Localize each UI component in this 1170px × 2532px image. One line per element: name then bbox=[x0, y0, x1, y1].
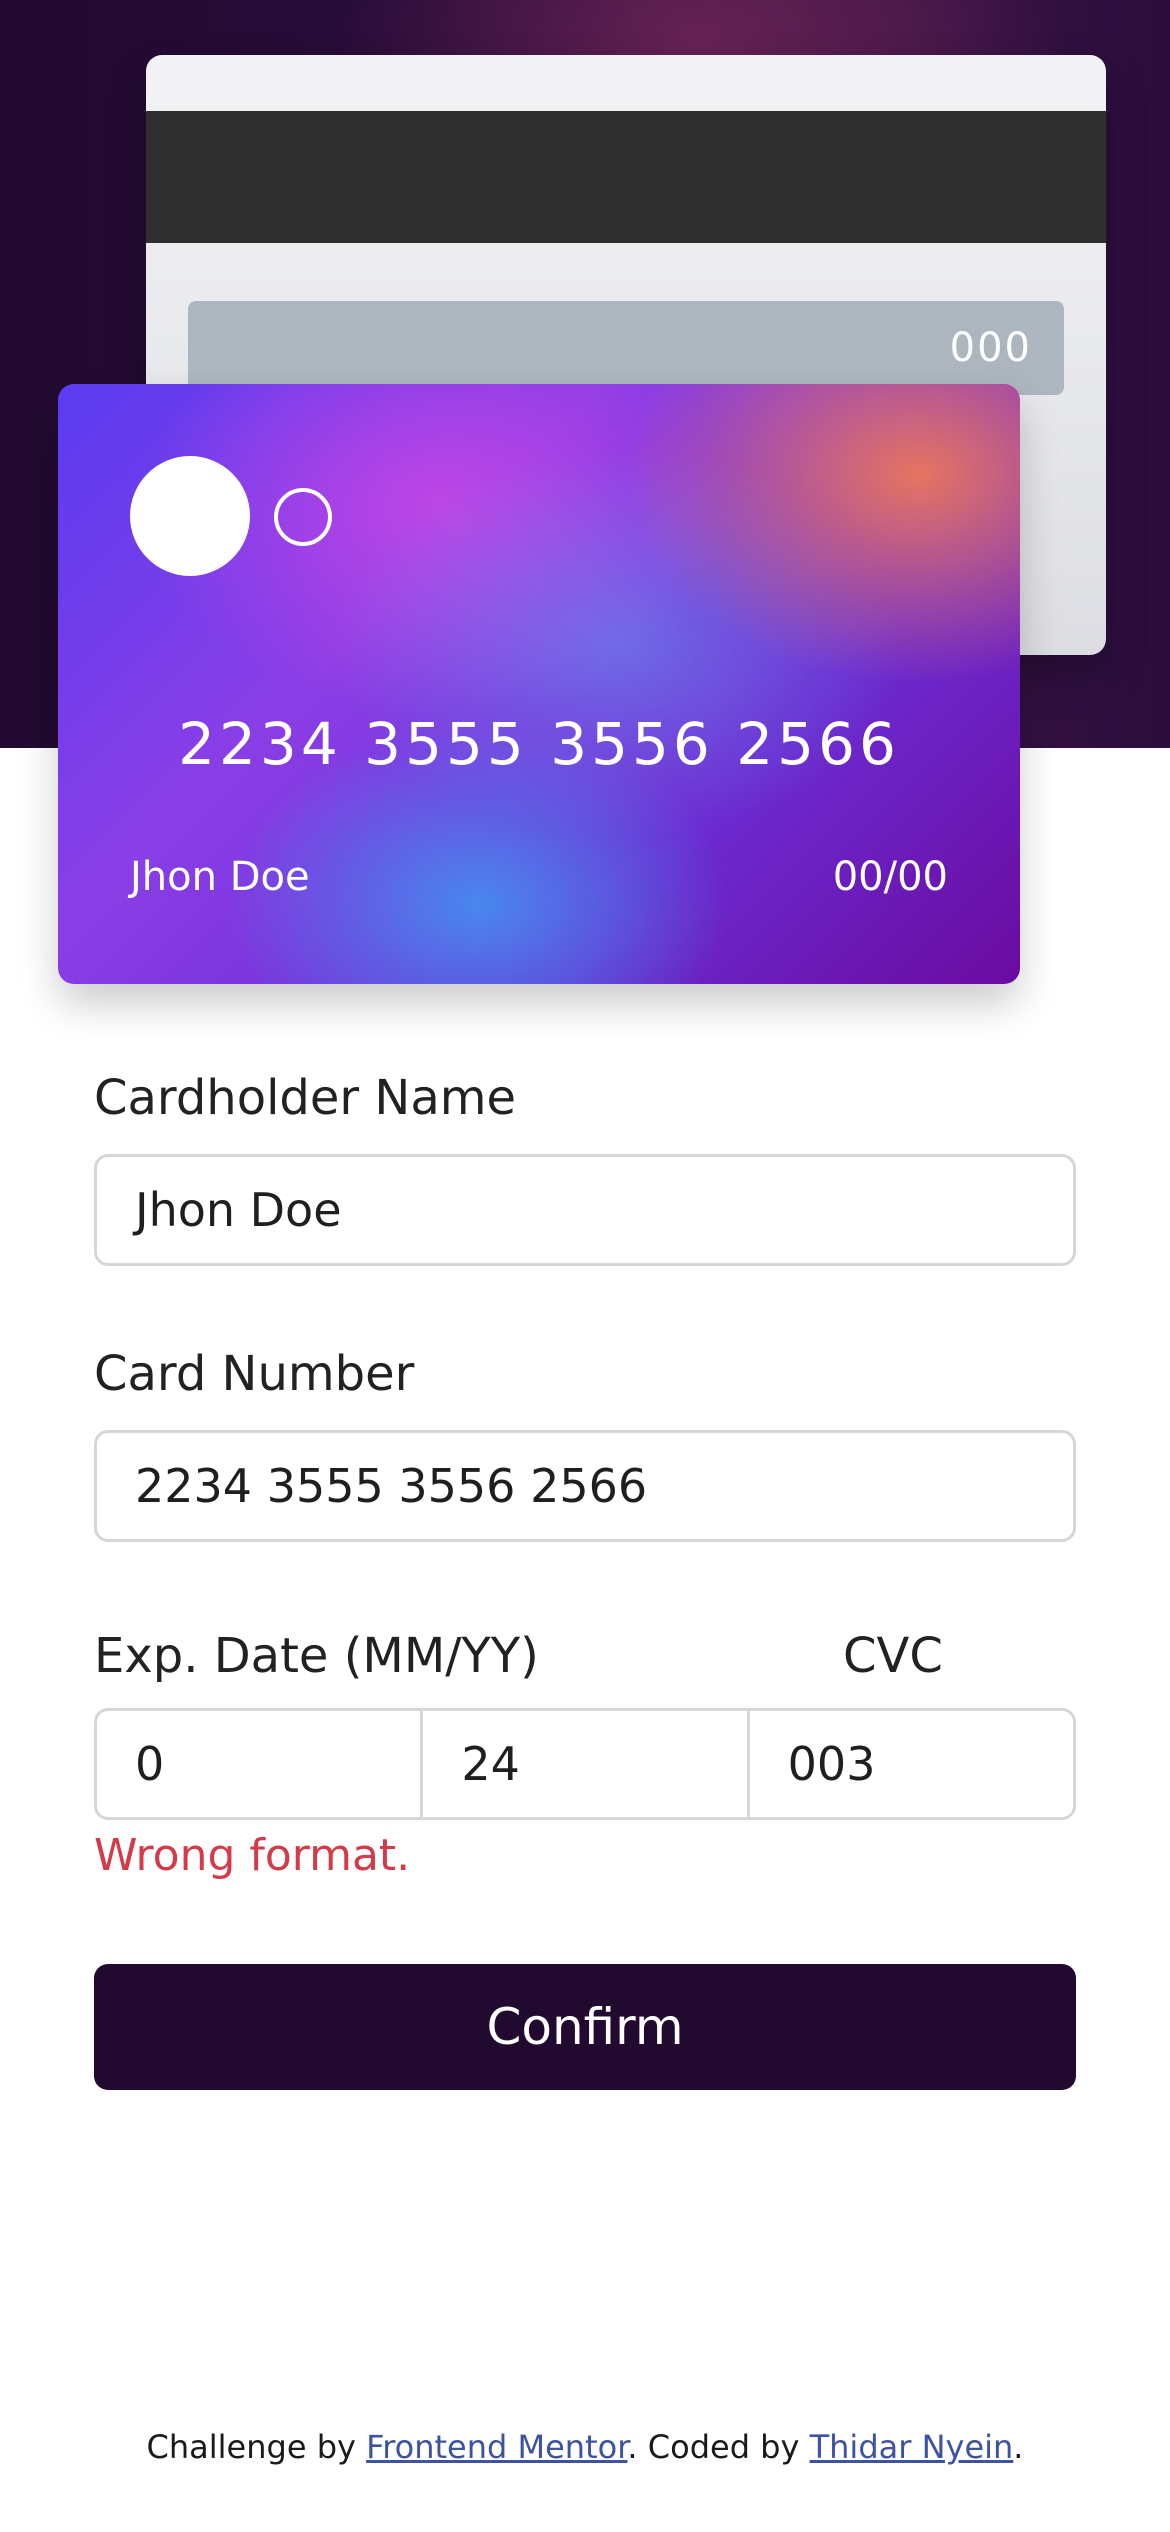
card-number-label: Card Number bbox=[94, 1346, 415, 1402]
card-front: 2234 3555 3556 2566 Jhon Doe 00/00 bbox=[58, 384, 1020, 984]
confirm-button[interactable]: Confirm bbox=[94, 1964, 1076, 2090]
magnetic-stripe bbox=[146, 111, 1106, 243]
exp-year-input[interactable]: 24 bbox=[420, 1711, 746, 1817]
card-front-expiry: 00/00 bbox=[832, 854, 948, 900]
card-logo-outline-circle-icon bbox=[274, 488, 332, 546]
exp-month-value: 0 bbox=[135, 1737, 165, 1791]
footer-suffix: . bbox=[1013, 2428, 1024, 2466]
card-back-cvc: 000 bbox=[949, 325, 1032, 371]
frontend-mentor-link[interactable]: Frontend Mentor bbox=[366, 2428, 627, 2466]
card-front-number: 2234 3555 3556 2566 bbox=[178, 710, 900, 778]
cardholder-name-label: Cardholder Name bbox=[94, 1070, 517, 1126]
exp-month-input[interactable]: 0 bbox=[97, 1711, 420, 1817]
author-link[interactable]: Thidar Nyein bbox=[810, 2428, 1014, 2466]
card-number-input[interactable]: 2234 3555 3556 2566 bbox=[94, 1430, 1076, 1542]
attribution-footer: Challenge by Frontend Mentor. Coded by T… bbox=[0, 2428, 1170, 2466]
cvc-value: 003 bbox=[787, 1737, 876, 1791]
page: 000 2234 3555 3556 2566 Jhon Doe 00/00 C… bbox=[0, 0, 1170, 2532]
error-message: Wrong format. bbox=[94, 1830, 411, 1881]
signature-strip: 000 bbox=[188, 301, 1064, 395]
exp-date-label: Exp. Date (MM/YY) bbox=[94, 1628, 539, 1684]
cardholder-name-value: Jhon Doe bbox=[135, 1183, 342, 1237]
card-number-value: 2234 3555 3556 2566 bbox=[135, 1459, 648, 1513]
footer-prefix: Challenge by bbox=[146, 2428, 367, 2466]
cardholder-name-input[interactable]: Jhon Doe bbox=[94, 1154, 1076, 1266]
footer-middle: . Coded by bbox=[627, 2428, 810, 2466]
cvc-input[interactable]: 003 bbox=[746, 1711, 1073, 1817]
cvc-label: CVC bbox=[843, 1628, 943, 1684]
exp-cvc-row: 0 24 003 bbox=[94, 1708, 1076, 1820]
card-logo-filled-circle-icon bbox=[130, 456, 250, 576]
exp-year-value: 24 bbox=[461, 1737, 520, 1791]
card-front-name: Jhon Doe bbox=[130, 854, 310, 900]
